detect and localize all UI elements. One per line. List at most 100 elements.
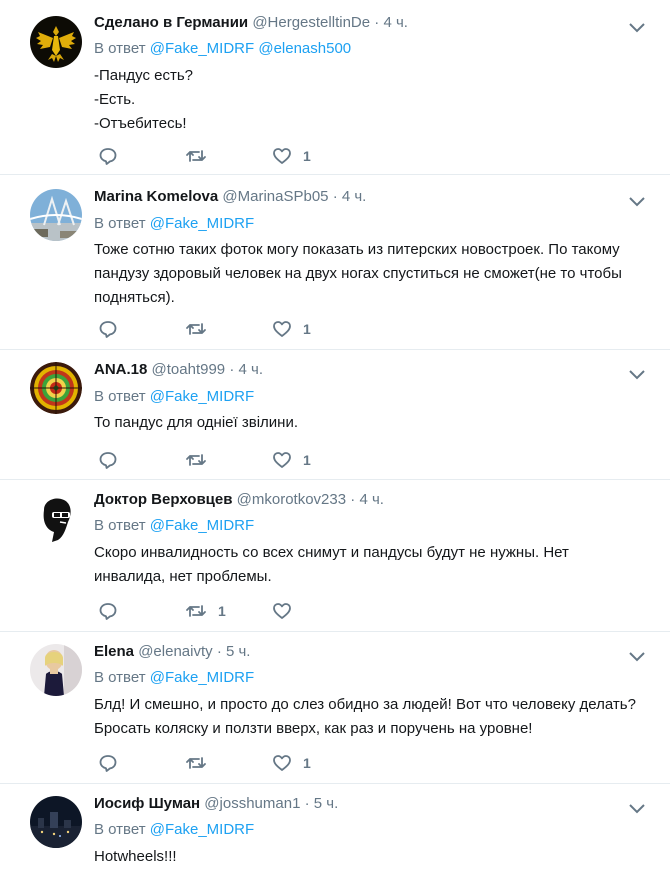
retweet-icon <box>186 454 206 466</box>
user-name[interactable]: Иосиф Шуман <box>94 795 200 812</box>
tweet-header: Marina Komelova @MarinaSPb05 · 4 ч. <box>94 187 366 207</box>
reply-icon <box>99 603 117 620</box>
tweet[interactable]: ANA.18 @toaht999 · 4 ч. В ответ @Fake_MI… <box>0 350 670 480</box>
user-name[interactable]: Сделано в Германии <box>94 14 248 31</box>
tweet-text-line: Бросать коляску и ползти вверх, как раз … <box>94 720 533 737</box>
tweet-text: Hotwheels!!! <box>94 845 650 869</box>
avatar[interactable] <box>30 796 82 848</box>
user-handle[interactable]: @elenaivty <box>138 643 212 660</box>
retweet-icon <box>186 605 206 617</box>
tweet-text: Скоро инвалидность со всех снимут и панд… <box>94 541 650 589</box>
reply-prefix: В ответ <box>94 669 146 686</box>
chevron-down-icon[interactable] <box>626 649 648 663</box>
reply-button[interactable] <box>98 752 118 774</box>
tweet-text: То пандус для однiеї звiлини. <box>94 411 650 435</box>
avatar[interactable] <box>30 189 82 241</box>
mention-link[interactable]: @Fake_MIDRF <box>150 669 254 686</box>
tweet-text: Блд! И смешно, и просто до слез обидно з… <box>94 693 650 741</box>
reply-button[interactable] <box>98 600 118 622</box>
avatar[interactable] <box>30 16 82 68</box>
replies-feed: Сделано в Германии @HergestelltinDe · 4 … <box>0 0 670 871</box>
chevron-down-icon[interactable] <box>626 194 648 208</box>
user-name[interactable]: Elena <box>94 643 134 660</box>
retweet-button[interactable] <box>185 145 218 167</box>
mention-link[interactable]: @Fake_MIDRF <box>150 517 254 534</box>
chevron-down-icon[interactable] <box>626 20 648 34</box>
chevron-down-icon[interactable] <box>626 367 648 381</box>
mention-link[interactable]: @elenash500 <box>258 40 351 57</box>
user-name[interactable]: Marina Komelova <box>94 188 218 205</box>
eagle-emblem-icon <box>30 16 82 68</box>
tweet[interactable]: Сделано в Германии @HergestelltinDe · 4 … <box>0 0 670 175</box>
reply-button[interactable] <box>98 318 118 340</box>
tweet[interactable]: Иосиф Шуман @josshuman1 · 5 ч. В ответ @… <box>0 784 670 871</box>
like-button[interactable]: 1 <box>272 752 311 774</box>
reply-prefix: В ответ <box>94 215 146 232</box>
mention-link[interactable]: @Fake_MIDRF <box>150 215 254 232</box>
tweet-text-line: подняться). <box>94 289 175 306</box>
night-city-photo-icon <box>30 796 82 848</box>
tweet-header: Иосиф Шуман @josshuman1 · 5 ч. <box>94 794 338 814</box>
user-handle[interactable]: @toaht999 <box>152 361 226 378</box>
retweet-button[interactable]: 1 <box>185 600 226 622</box>
separator-dot: · <box>332 188 338 205</box>
timestamp[interactable]: 5 ч. <box>314 795 339 812</box>
like-count: 1 <box>303 148 311 164</box>
timestamp[interactable]: 4 ч. <box>342 188 367 205</box>
timestamp[interactable]: 4 ч. <box>383 14 408 31</box>
like-button[interactable]: 1 <box>272 318 311 340</box>
tweet[interactable]: Доктор Верховцев @mkorotkov233 · 4 ч. В … <box>0 480 670 632</box>
user-handle[interactable]: @josshuman1 <box>204 795 300 812</box>
tweet[interactable]: Marina Komelova @MarinaSPb05 · 4 ч. В от… <box>0 175 670 350</box>
heart-icon <box>273 755 291 771</box>
mention-link[interactable]: @Fake_MIDRF <box>150 821 254 838</box>
reply-prefix: В ответ <box>94 388 146 405</box>
like-button[interactable]: 1 <box>272 449 311 471</box>
mention-link[interactable]: @Fake_MIDRF <box>150 40 254 57</box>
like-count: 1 <box>303 452 311 468</box>
reply-icon <box>99 755 117 772</box>
user-name[interactable]: ANA.18 <box>94 361 147 378</box>
reply-button[interactable] <box>98 449 118 471</box>
user-handle[interactable]: @mkorotkov233 <box>237 491 346 508</box>
reply-context: В ответ @Fake_MIDRF <box>94 516 254 536</box>
retweet-button[interactable] <box>185 318 218 340</box>
timestamp[interactable]: 5 ч. <box>226 643 251 660</box>
retweet-icon <box>186 150 206 162</box>
reply-context: В ответ @Fake_MIDRF @elenash500 <box>94 39 351 59</box>
tweet-header: Доктор Верховцев @mkorotkov233 · 4 ч. <box>94 490 384 510</box>
timestamp[interactable]: 4 ч. <box>239 361 264 378</box>
colorful-pattern-icon <box>30 362 82 414</box>
mention-link[interactable]: @Fake_MIDRF <box>150 388 254 405</box>
tweet-text: Тоже сотню таких фоток могу показать из … <box>94 238 650 310</box>
retweet-count: 1 <box>218 603 226 619</box>
reply-context: В ответ @Fake_MIDRF <box>94 668 254 688</box>
tweet-text-line: -Пандус есть? <box>94 67 194 84</box>
reply-context: В ответ @Fake_MIDRF <box>94 820 254 840</box>
chevron-down-icon[interactable] <box>626 801 648 815</box>
reply-context: В ответ @Fake_MIDRF <box>94 214 254 234</box>
separator-dot: · <box>374 14 380 31</box>
like-button[interactable] <box>272 600 303 622</box>
timestamp[interactable]: 4 ч. <box>359 491 384 508</box>
like-count: 1 <box>303 321 311 337</box>
tweet-text-line: -Отъебитесь! <box>94 115 187 132</box>
avatar[interactable] <box>30 492 82 544</box>
retweet-button[interactable] <box>185 449 218 471</box>
like-button[interactable]: 1 <box>272 145 311 167</box>
separator-dot: · <box>229 361 235 378</box>
tweet-text-line: инвалида, нет проблемы. <box>94 568 272 585</box>
user-handle[interactable]: @HergestelltinDe <box>252 14 370 31</box>
tweet-text-line: Скоро инвалидность со всех снимут и панд… <box>94 544 569 561</box>
tweet-header: Elena @elenaivty · 5 ч. <box>94 642 250 662</box>
avatar[interactable] <box>30 362 82 414</box>
tweet[interactable]: Elena @elenaivty · 5 ч. В ответ @Fake_MI… <box>0 632 670 784</box>
reply-button[interactable] <box>98 145 118 167</box>
tweet-text-line: Hotwheels!!! <box>94 848 177 865</box>
retweet-button[interactable] <box>185 752 218 774</box>
heart-icon <box>273 148 291 164</box>
separator-dot: · <box>216 643 222 660</box>
user-handle[interactable]: @MarinaSPb05 <box>222 188 328 205</box>
avatar[interactable] <box>30 644 82 696</box>
user-name[interactable]: Доктор Верховцев <box>94 491 232 508</box>
